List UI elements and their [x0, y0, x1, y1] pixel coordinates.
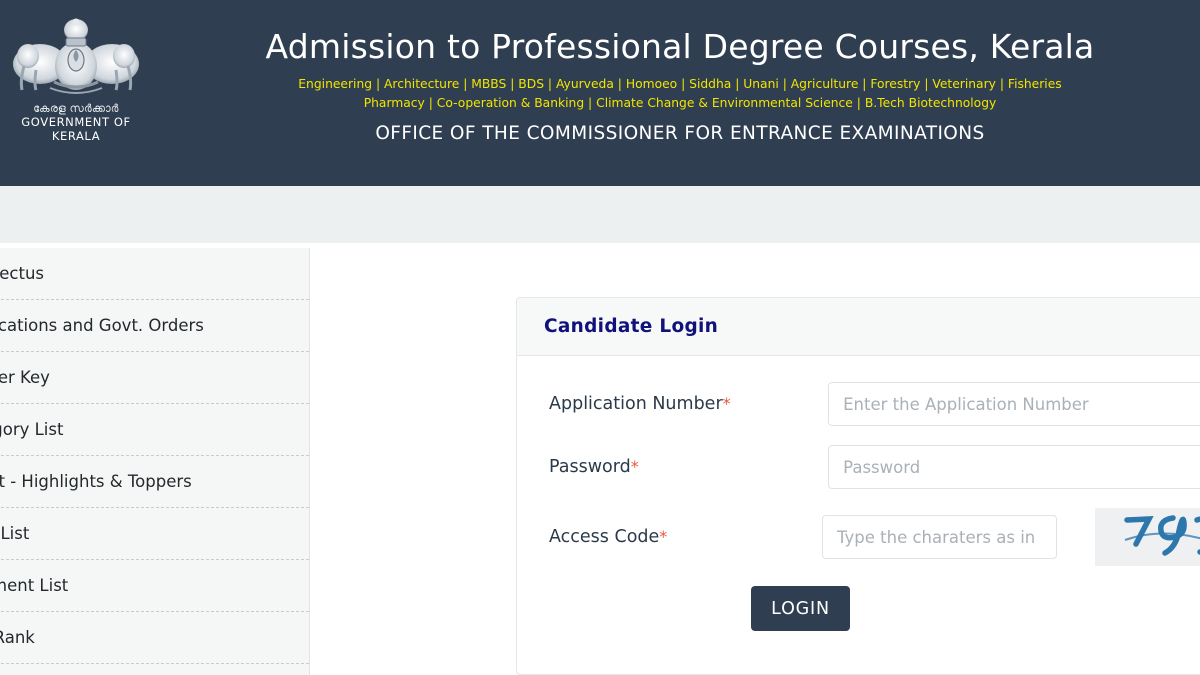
office-subtitle: OFFICE OF THE COMMISSIONER FOR ENTRANCE … [375, 123, 985, 144]
government-emblem-block: കേരള സർക്കാർ GOVERNMENT OF KERALA [6, 14, 146, 143]
required-asterisk: * [630, 457, 639, 476]
application-number-input[interactable] [828, 382, 1200, 426]
sidebar-item-prospectus[interactable]: Prospectus [0, 248, 309, 300]
candidate-login-panel: Candidate Login Application Number* Pass… [516, 297, 1200, 675]
header-center: Admission to Professional Degree Courses… [160, 0, 1200, 146]
login-form: Application Number* Password* Access Cod… [517, 356, 1200, 631]
main-nav-band [0, 186, 1200, 243]
sidebar-item-result-highlights[interactable]: Result - Highlights & Toppers [0, 456, 309, 508]
captcha-image[interactable] [1095, 508, 1200, 566]
login-button[interactable]: LOGIN [751, 586, 850, 631]
login-panel-title: Candidate Login [544, 316, 719, 337]
sidebar-item-notifications[interactable]: Notifications and Govt. Orders [0, 300, 309, 352]
access-code-row: Access Code* [517, 508, 1200, 566]
site-header: കേരള സർക്കാർ GOVERNMENT OF KERALA Admiss… [0, 0, 1200, 186]
access-code-label-text: Access Code [549, 527, 660, 547]
emblem-english-text: GOVERNMENT OF KERALA [21, 115, 131, 143]
course-links: Engineering | Architecture | MBBS | BDS … [160, 75, 1200, 113]
emblem-malayalam-text: കേരള സർക്കാർ [33, 102, 119, 115]
captcha-glyphs-icon [1124, 515, 1200, 556]
required-asterisk: * [722, 394, 731, 413]
password-input[interactable] [828, 445, 1200, 489]
application-number-label: Application Number* [549, 394, 828, 414]
sidebar-item-category-list[interactable]: Category List [0, 404, 309, 456]
sidebar-item-answer-key[interactable]: Answer Key [0, 352, 309, 404]
password-row: Password* [517, 445, 1200, 489]
sidebar-menu: Prospectus Notifications and Govt. Order… [0, 248, 310, 675]
kerala-state-emblem-icon [13, 18, 139, 94]
required-asterisk: * [659, 527, 668, 546]
password-label-text: Password [549, 457, 631, 477]
sidebar-item-rank-list[interactable]: Rank List [0, 508, 309, 560]
login-button-row: LOGIN [517, 586, 1200, 631]
course-links-line-1[interactable]: Engineering | Architecture | MBBS | BDS … [160, 75, 1200, 94]
login-panel-header: Candidate Login [517, 298, 1200, 356]
sidebar-item-allotment-list[interactable]: Allotment List [0, 560, 309, 612]
password-label: Password* [549, 457, 828, 477]
sidebar-item-last-rank[interactable]: Last Rank [0, 612, 309, 664]
page-title: Admission to Professional Degree Courses… [265, 27, 1095, 66]
application-number-label-text: Application Number [549, 394, 723, 414]
access-code-input[interactable] [822, 515, 1057, 559]
page-root: കേരള സർക്കാർ GOVERNMENT OF KERALA Admiss… [0, 0, 1200, 675]
course-links-line-2[interactable]: Pharmacy | Co-operation & Banking | Clim… [160, 94, 1200, 113]
application-number-row: Application Number* [517, 382, 1200, 426]
access-code-label: Access Code* [549, 527, 822, 547]
